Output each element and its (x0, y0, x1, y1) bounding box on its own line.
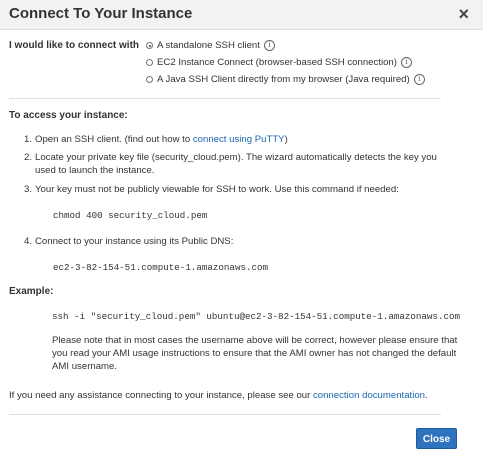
assistance-text: If you need any assistance connecting to… (9, 390, 428, 401)
footer-divider (9, 414, 441, 415)
info-icon[interactable]: i (400, 57, 412, 68)
close-button[interactable]: Close (416, 428, 457, 449)
dialog-title: Connect To Your Instance (9, 5, 193, 22)
divider (9, 98, 441, 99)
connection-documentation-link[interactable]: connection documentation (313, 390, 425, 401)
step-4: 4. Connect to your instance using its Pub… (24, 236, 234, 247)
dialog-header: Connect To Your Instance × (0, 0, 483, 30)
radio-button[interactable] (146, 76, 153, 83)
option-standalone-ssh[interactable]: A standalone SSH client i (146, 40, 275, 51)
connect-with-label: I would like to connect with (9, 40, 140, 51)
option-label: A Java SSH Client directly from my brows… (157, 74, 410, 85)
option-label: A standalone SSH client (157, 40, 260, 51)
option-java-ssh[interactable]: A Java SSH Client directly from my brows… (146, 74, 425, 85)
radio-button[interactable] (146, 59, 153, 66)
chmod-command: chmod 400 security_cloud.pem (53, 210, 208, 221)
example-ssh-command: ssh -i "security_cloud.pem" ubuntu@ec2-3… (52, 311, 460, 322)
putty-link[interactable]: connect using PuTTY (193, 134, 285, 145)
option-ec2-instance-connect[interactable]: EC2 Instance Connect (browser-based SSH … (146, 57, 412, 68)
step-3: 3. Your key must not be publicly viewable… (24, 184, 399, 195)
access-heading: To access your instance: (9, 110, 128, 121)
radio-button-selected[interactable] (146, 42, 153, 49)
close-icon[interactable]: × (458, 4, 469, 24)
info-icon[interactable]: i (413, 74, 425, 85)
username-note: Please note that in most cases the usern… (52, 335, 458, 372)
info-icon[interactable]: i (263, 40, 275, 51)
step-1: 1. Open an SSH client. (find out how to c… (24, 134, 288, 145)
public-dns: ec2-3-82-154-51.compute-1.amazonaws.com (53, 262, 269, 273)
example-heading: Example: (9, 286, 54, 297)
option-label: EC2 Instance Connect (browser-based SSH … (157, 57, 397, 68)
step-2: 2. Locate your private key file (security… (24, 152, 437, 176)
